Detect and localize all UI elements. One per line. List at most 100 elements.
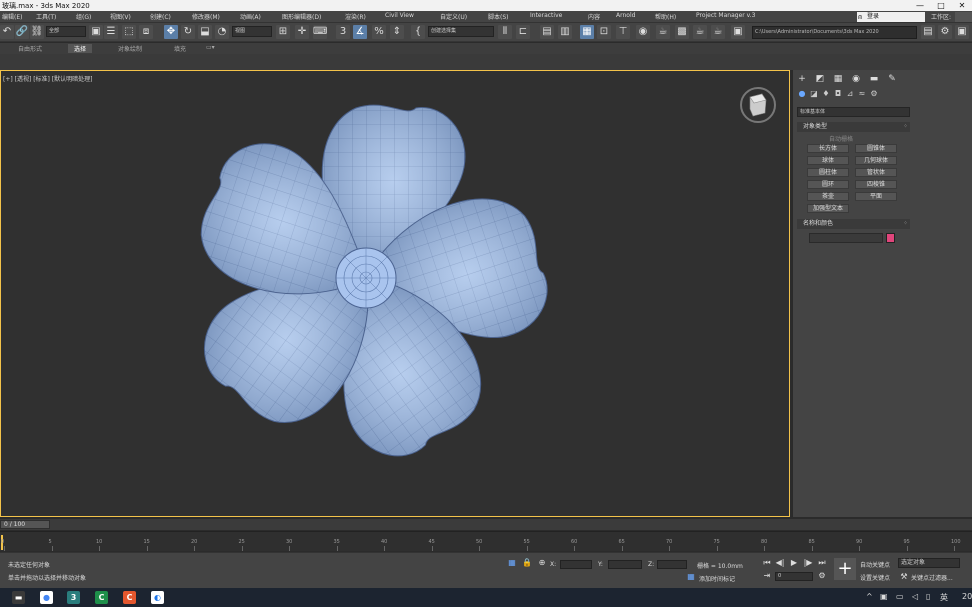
tray-app-icon[interactable]: ▣: [880, 592, 888, 601]
menu-content[interactable]: 内容: [588, 12, 600, 21]
cone-button[interactable]: 圆锥体: [855, 144, 897, 153]
time-tag-icon[interactable]: ▦: [686, 572, 696, 582]
shapes-icon[interactable]: ◪: [809, 89, 819, 99]
lock-selection-icon[interactable]: 🔒: [522, 558, 532, 568]
browser-icon[interactable]: ◐: [151, 591, 164, 604]
ime-icon[interactable]: 英: [940, 592, 948, 603]
z-coordinate-field[interactable]: [657, 560, 687, 569]
angle-snap-icon[interactable]: ∡: [353, 25, 367, 39]
next-frame-icon[interactable]: |▶: [803, 558, 813, 568]
menu-graph-editors[interactable]: 图形编辑器(D): [282, 12, 321, 21]
pivot-icon[interactable]: ⊞: [276, 25, 290, 39]
menu-help[interactable]: 帮助(H): [655, 12, 676, 21]
project-settings-icon[interactable]: ⚙: [938, 25, 952, 39]
helpers-icon[interactable]: ⊿: [845, 89, 855, 99]
lights-icon[interactable]: ♦: [821, 89, 831, 99]
viewcube-icon[interactable]: [738, 85, 778, 125]
plane-button[interactable]: 平面: [855, 192, 897, 201]
tube-button[interactable]: 管状体: [855, 168, 897, 177]
tab-freeform[interactable]: 自由形式: [18, 44, 42, 53]
flower-model[interactable]: [150, 92, 590, 492]
window-crossing-icon[interactable]: ⧈: [139, 25, 153, 39]
3ds-max-icon[interactable]: 3: [67, 591, 80, 604]
edit-named-sets-icon[interactable]: {: [411, 25, 425, 39]
schematic-view-icon[interactable]: ⊤: [616, 25, 630, 39]
time-config-icon[interactable]: ⚙: [817, 571, 827, 581]
select-object-icon[interactable]: ▣: [89, 25, 103, 39]
tab-selection[interactable]: 选择: [68, 44, 93, 53]
menu-arnold[interactable]: Arnold: [616, 12, 635, 19]
render-production-icon[interactable]: ☕: [693, 25, 707, 39]
scale-icon[interactable]: ⬓: [198, 25, 212, 39]
auto-key-button[interactable]: 自动关键点: [860, 560, 890, 569]
tab-populate[interactable]: 填充: [174, 44, 186, 53]
keyboard-shortcut-icon[interactable]: ⌨: [313, 25, 327, 39]
key-filters-button[interactable]: 关键点过滤器...: [911, 573, 953, 582]
sphere-button[interactable]: 球体: [807, 156, 849, 165]
maximize-button[interactable]: □: [931, 0, 951, 11]
battery-icon[interactable]: ▯: [926, 592, 930, 601]
project-path-field[interactable]: C:\Users\Administrator\Documents\3ds Max…: [752, 26, 917, 39]
autogrid-checkbox[interactable]: 自动栅格: [829, 134, 853, 143]
isolate-selection-icon[interactable]: ▦: [507, 558, 517, 568]
rendered-frame-icon[interactable]: ▩: [675, 25, 689, 39]
add-time-tag[interactable]: 添加时间标记: [699, 574, 735, 583]
textplus-button[interactable]: 加强型文本: [807, 204, 849, 213]
render-setup-icon[interactable]: ☕: [656, 25, 670, 39]
key-filters-icon[interactable]: ⚒: [899, 572, 909, 582]
object-color-swatch[interactable]: [886, 233, 895, 243]
menu-customize[interactable]: 自定义(U): [440, 12, 467, 21]
key-filter-dropdown[interactable]: 选定对象: [898, 558, 960, 568]
spinner-snap-icon[interactable]: ⇕: [390, 25, 404, 39]
ribbon-toggle-icon[interactable]: ▦: [580, 25, 594, 39]
create-tab-icon[interactable]: +: [796, 73, 808, 85]
menu-create[interactable]: 创建(C): [150, 12, 171, 21]
select-manipulate-icon[interactable]: ✛: [295, 25, 309, 39]
camtasia-icon[interactable]: C: [95, 591, 108, 604]
menu-project-manager[interactable]: Project Manager v.3: [696, 12, 755, 19]
geometry-icon[interactable]: ●: [797, 89, 807, 99]
menu-scripting[interactable]: 脚本(S): [488, 12, 509, 21]
layer-explorer-icon[interactable]: ▤: [540, 25, 554, 39]
unlink-icon[interactable]: ⛓: [30, 25, 44, 39]
motion-tab-icon[interactable]: ◉: [850, 73, 862, 85]
tray-chevron-icon[interactable]: ^: [866, 592, 873, 601]
file-explorer-icon[interactable]: ▬: [12, 591, 25, 604]
mirror-icon[interactable]: ⫴: [498, 25, 512, 39]
chrome-icon[interactable]: ●: [40, 591, 53, 604]
place-icon[interactable]: ◔: [215, 25, 229, 39]
menu-rendering[interactable]: 渲染(R): [345, 12, 366, 21]
time-slider[interactable]: 0 / 100: [0, 519, 972, 530]
link-icon[interactable]: 🔗: [15, 25, 29, 39]
volume-icon[interactable]: ◁: [912, 592, 918, 601]
go-to-end-icon[interactable]: ⏭: [817, 558, 827, 568]
set-key-plus-button[interactable]: +: [834, 558, 856, 580]
hierarchy-tab-icon[interactable]: ▦: [832, 73, 844, 85]
key-mode-icon[interactable]: ⇥: [762, 571, 772, 581]
torus-button[interactable]: 圆环: [807, 180, 849, 189]
project-folder-icon[interactable]: ▣: [731, 25, 745, 39]
curve-editor-icon[interactable]: ⊡: [597, 25, 611, 39]
project-extra-icon[interactable]: ▣: [955, 25, 969, 39]
selection-filter-dropdown[interactable]: 全部: [46, 26, 86, 37]
geosphere-button[interactable]: 几何球体: [855, 156, 897, 165]
pyramid-button[interactable]: 四棱锥: [855, 180, 897, 189]
modify-tab-icon[interactable]: ◩: [814, 73, 826, 85]
object-type-rollout[interactable]: 对象类型 ⁘: [797, 122, 910, 132]
menu-tools[interactable]: 工具(T): [36, 12, 56, 21]
menu-animation[interactable]: 动画(A): [240, 12, 261, 21]
align-icon[interactable]: ⊏: [516, 25, 530, 39]
rect-selection-icon[interactable]: ⬚: [122, 25, 136, 39]
go-to-start-icon[interactable]: ⏮: [762, 558, 772, 568]
menu-group[interactable]: 组(G): [76, 12, 91, 21]
open-folder-icon[interactable]: ▤: [921, 25, 935, 39]
play-icon[interactable]: ▶: [789, 558, 799, 568]
category-dropdown[interactable]: 标准基本体: [797, 107, 910, 117]
object-name-field[interactable]: [809, 233, 883, 243]
utilities-tab-icon[interactable]: ✎: [886, 73, 898, 85]
network-icon[interactable]: ▭: [896, 592, 904, 601]
systems-icon[interactable]: ⚙: [869, 89, 879, 99]
trackbar[interactable]: 0 5 10 15 20 25 30 35 40 45 50 55 60 65 70 75 80 85 90 95 10…: [0, 531, 972, 551]
move-icon[interactable]: ✥: [164, 25, 178, 39]
absolute-mode-icon[interactable]: ⊕: [537, 558, 547, 568]
